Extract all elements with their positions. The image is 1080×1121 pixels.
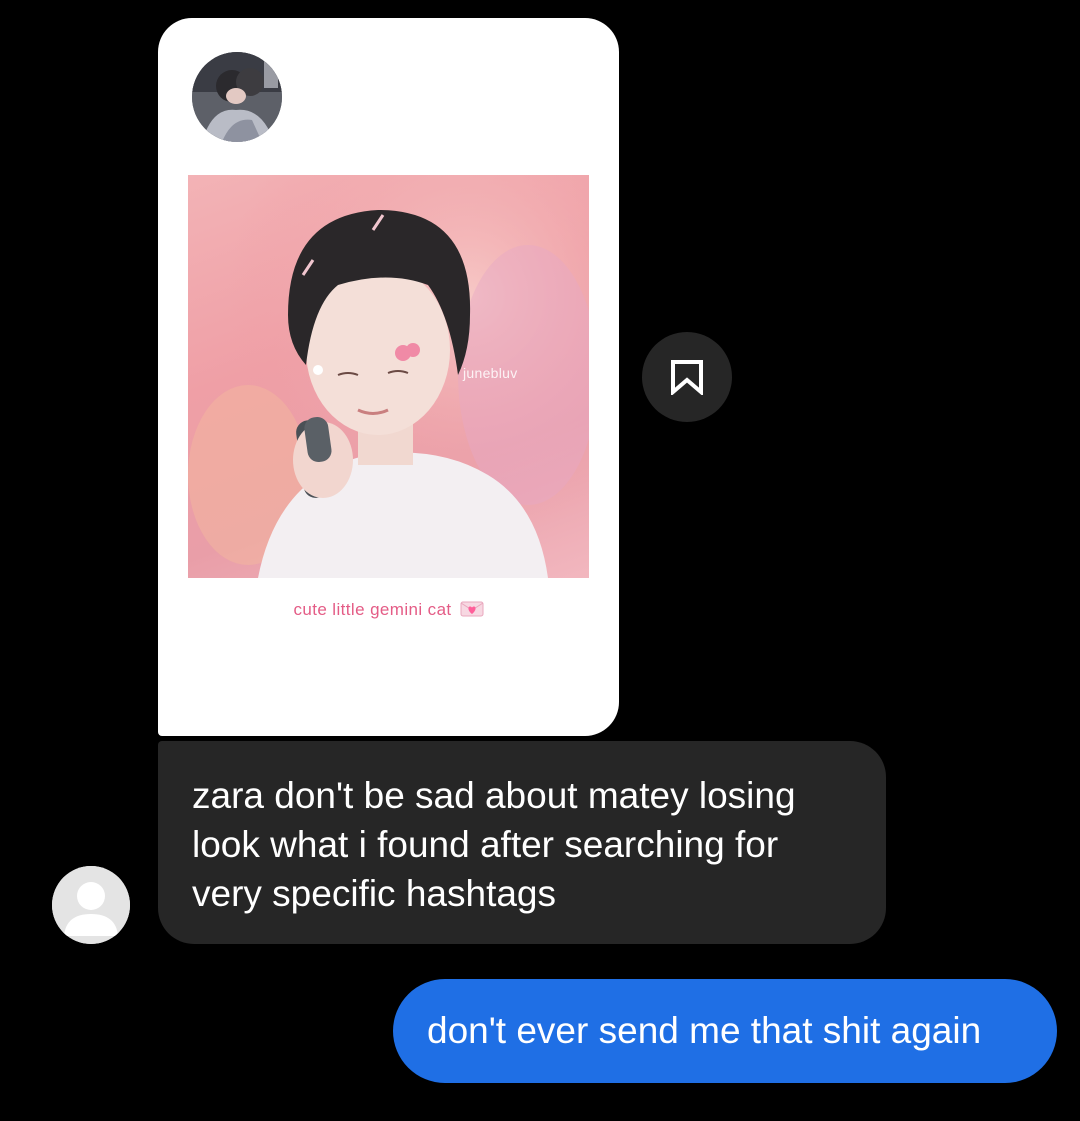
bookmark-icon — [671, 360, 703, 395]
post-author-avatar[interactable] — [192, 52, 282, 142]
pink-heart-envelope-icon — [460, 600, 484, 618]
post-caption-text: cute little gemini cat — [293, 600, 452, 619]
shared-post-card[interactable]: junebluv cute little gemini cat — [158, 18, 619, 736]
post-watermark: junebluv — [463, 365, 518, 381]
post-photo — [188, 175, 589, 578]
sender-avatar[interactable] — [52, 866, 130, 944]
sent-message-bubble[interactable]: don't ever send me that shit again — [393, 979, 1057, 1083]
chat-thread: junebluv cute little gemini cat zara don… — [0, 0, 1080, 1121]
default-profile-icon — [52, 866, 130, 944]
received-message-bubble[interactable]: zara don't be sad about matey losing loo… — [158, 741, 886, 944]
post-author-avatar-image — [192, 52, 282, 142]
save-post-button[interactable] — [642, 332, 732, 422]
post-image[interactable]: junebluv — [188, 175, 589, 578]
post-caption: cute little gemini cat — [158, 600, 619, 620]
